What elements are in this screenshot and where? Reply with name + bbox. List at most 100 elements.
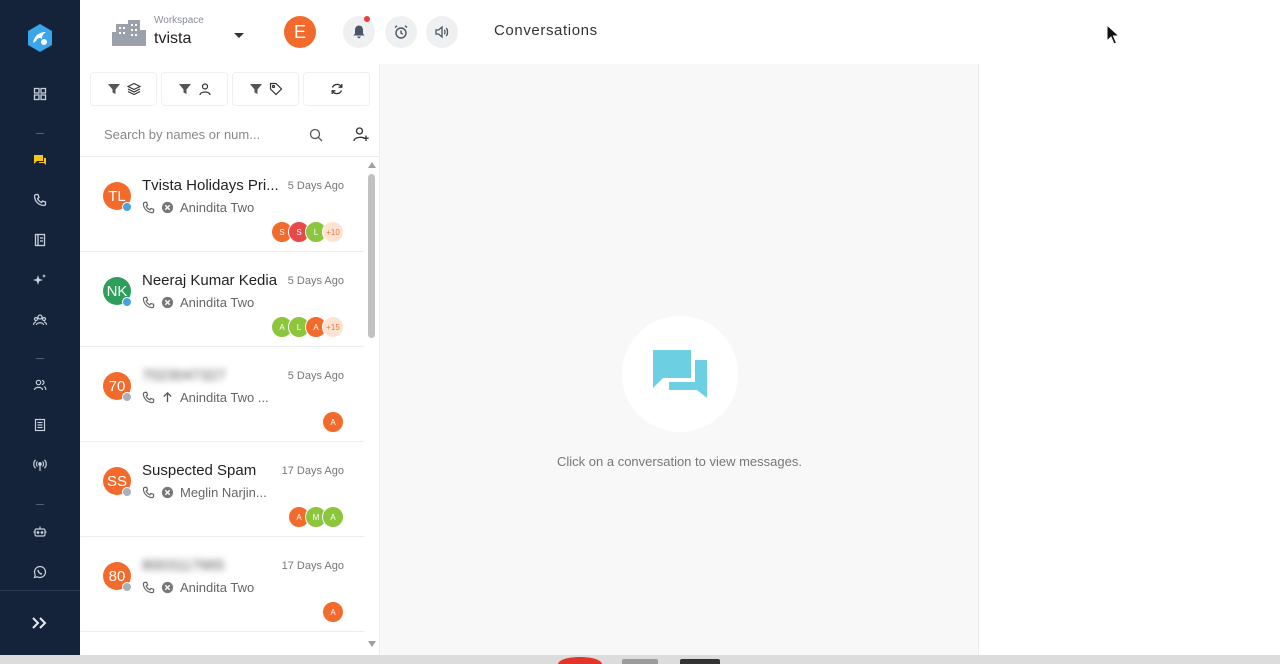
conversation-meta: Anindita Two xyxy=(142,579,292,595)
contact-name: 8003117965 xyxy=(142,557,225,574)
add-contact-icon[interactable] xyxy=(353,126,369,142)
robot-icon xyxy=(33,526,47,537)
taskbar-app[interactable] xyxy=(622,659,658,664)
broadcast-icon xyxy=(33,459,47,471)
caret-down-icon[interactable] xyxy=(230,26,248,44)
workspace-name[interactable]: tvista xyxy=(154,30,191,48)
x-circle-icon xyxy=(161,581,174,593)
participant-chips: A xyxy=(322,411,344,433)
conversation-time: 5 Days Ago xyxy=(287,180,344,192)
assignee-name: Anindita Two xyxy=(180,579,255,595)
search-icon[interactable] xyxy=(309,128,323,142)
more-participants-chip: +15 xyxy=(322,316,344,338)
conversation-list-panel: TL Tvista Holidays Pri... 5 Days Ago Ani… xyxy=(80,64,380,655)
double-chevron-right-icon xyxy=(32,617,47,629)
scroll-down-icon[interactable] xyxy=(368,641,376,647)
nav-bots[interactable] xyxy=(30,522,50,542)
nav-contacts-book[interactable] xyxy=(30,230,50,250)
building-icon xyxy=(112,20,146,46)
user-avatar[interactable]: E xyxy=(284,16,316,48)
participant-avatar: A xyxy=(322,601,344,623)
nav-ai[interactable] xyxy=(30,270,50,290)
x-circle-icon xyxy=(161,296,174,308)
participant-chips: AMA xyxy=(288,506,344,528)
nav-users[interactable] xyxy=(30,375,50,395)
phone-icon xyxy=(142,581,155,593)
conversation-meta: Anindita Two ... xyxy=(142,389,292,405)
conversation-time: 5 Days Ago xyxy=(287,275,344,287)
notifications-button[interactable] xyxy=(343,16,375,48)
filter-bar xyxy=(90,72,370,106)
top-header: Workspace tvista E Conversations xyxy=(80,0,1280,64)
message-pane: Click on a conversation to view messages… xyxy=(380,64,979,655)
conversation-meta: Meglin Narjin... xyxy=(142,484,292,500)
arrow-up-icon xyxy=(163,391,172,402)
search-input[interactable] xyxy=(90,116,340,152)
phone-icon xyxy=(142,296,155,308)
nav-whatsapp[interactable] xyxy=(30,562,50,582)
conversation-time: 5 Days Ago xyxy=(287,370,344,382)
grid-icon xyxy=(33,87,47,101)
sparkle-icon xyxy=(33,274,46,285)
contact-name: Tvista Holidays Pri... xyxy=(142,177,279,194)
x-circle-icon xyxy=(161,201,174,213)
conversation-row[interactable]: 70 7023047327 5 Days Ago Anindita Two ..… xyxy=(80,347,364,442)
refresh-button[interactable] xyxy=(303,72,370,106)
speaker-icon xyxy=(435,25,449,39)
app-logo-icon[interactable] xyxy=(24,22,56,54)
nav-separator xyxy=(36,504,44,505)
reminders-button[interactable] xyxy=(385,16,417,48)
layers-icon xyxy=(126,82,141,96)
filter-by-channel-button[interactable] xyxy=(90,72,157,106)
contact-status-badge xyxy=(122,582,132,592)
assignee-name: Anindita Two xyxy=(180,199,255,215)
contact-name: Suspected Spam xyxy=(142,462,257,479)
contact-status-badge xyxy=(122,487,132,497)
nav-teams[interactable] xyxy=(30,310,50,330)
workspace-label: Workspace xyxy=(154,15,204,26)
assignee-name: Anindita Two ... xyxy=(180,389,269,405)
expand-sidebar-button[interactable] xyxy=(0,590,80,655)
more-participants-chip: +10 xyxy=(322,221,344,243)
nav-calls[interactable] xyxy=(30,190,50,210)
taskbar-app[interactable] xyxy=(680,659,720,664)
users-icon xyxy=(33,379,47,391)
address-book-icon xyxy=(34,233,46,247)
assignee-name: Anindita Two xyxy=(180,294,255,310)
nav-broadcast[interactable] xyxy=(30,455,50,475)
conversation-row[interactable]: 80 8003117965 17 Days Ago Anindita Two A xyxy=(80,537,364,632)
tag-icon xyxy=(269,82,282,96)
nav-separator xyxy=(36,133,44,134)
filter-icon xyxy=(249,84,262,94)
notification-dot xyxy=(364,16,370,22)
refresh-icon xyxy=(331,83,342,95)
participant-chips: A xyxy=(322,601,344,623)
conversation-time: 17 Days Ago xyxy=(281,465,344,477)
user-icon xyxy=(198,83,211,96)
contact-status-badge xyxy=(122,202,132,212)
conversation-row[interactable]: SS Suspected Spam 17 Days Ago Meglin Nar… xyxy=(80,442,364,537)
team-icon xyxy=(33,314,47,326)
filter-icon xyxy=(107,84,120,94)
conversation-row[interactable]: TL Tvista Holidays Pri... 5 Days Ago Ani… xyxy=(80,157,364,252)
participant-avatar: A xyxy=(322,411,344,433)
chat-icon xyxy=(34,155,46,165)
nav-dashboard[interactable] xyxy=(30,84,50,104)
mouse-cursor-icon xyxy=(1106,24,1120,45)
sound-button[interactable] xyxy=(426,16,458,48)
phone-icon xyxy=(142,391,155,403)
page-title: Conversations xyxy=(494,22,598,39)
scrollbar-thumb[interactable] xyxy=(368,174,375,338)
filter-by-tag-button[interactable] xyxy=(232,72,299,106)
conversation-row[interactable]: NK Neeraj Kumar Kedia 5 Days Ago Anindit… xyxy=(80,252,364,347)
contact-status-badge xyxy=(122,392,132,402)
empty-state-message: Click on a conversation to view messages… xyxy=(557,454,802,469)
scroll-up-icon[interactable] xyxy=(368,162,376,168)
nav-conversations[interactable] xyxy=(30,150,50,170)
participant-avatar: A xyxy=(322,506,344,528)
taskbar-app-red[interactable] xyxy=(558,657,602,664)
filter-by-agent-button[interactable] xyxy=(161,72,228,106)
nav-reports[interactable] xyxy=(30,415,50,435)
conversation-time: 17 Days Ago xyxy=(281,560,344,572)
phone-icon xyxy=(142,486,155,498)
